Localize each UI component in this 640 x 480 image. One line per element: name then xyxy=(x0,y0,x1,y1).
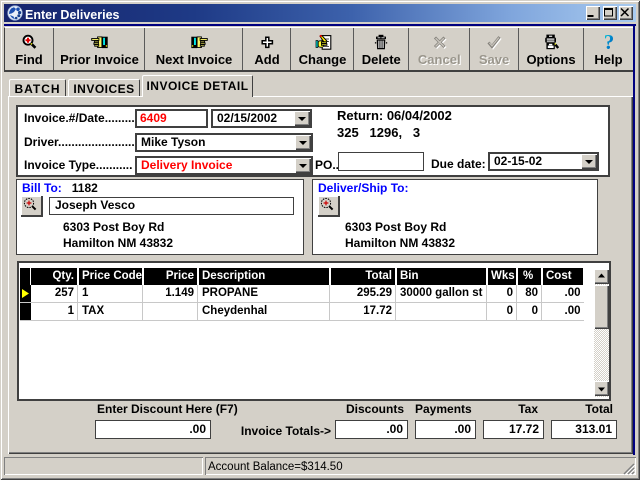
svg-text:?: ? xyxy=(603,34,614,50)
